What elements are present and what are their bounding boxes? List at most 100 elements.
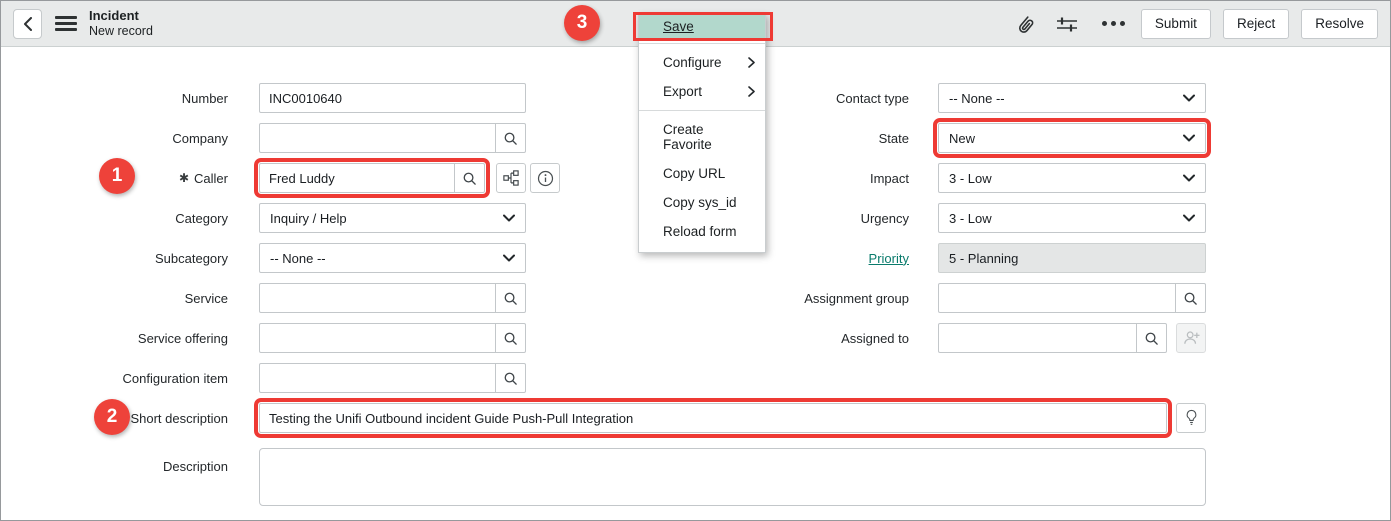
- chevron-down-icon: [1183, 94, 1195, 102]
- suggestion-button[interactable]: [1176, 403, 1206, 433]
- reject-button[interactable]: Reject: [1223, 9, 1289, 39]
- form-context-menu: Save Configure Export Create Favorite Co…: [638, 13, 766, 253]
- magnifier-icon: [462, 171, 477, 186]
- chevron-down-icon: [503, 214, 515, 222]
- header-actions: Submit Reject Resolve: [1008, 9, 1378, 39]
- required-marker-icon: ✱: [179, 171, 189, 185]
- submit-button[interactable]: Submit: [1141, 9, 1211, 39]
- menu-item-save[interactable]: Save: [639, 14, 765, 39]
- field-row-assigned-to: Assigned to: [641, 323, 1206, 353]
- assign-to-me-button[interactable]: [1176, 323, 1206, 353]
- field-row-assignment-group: Assignment group: [641, 283, 1206, 313]
- chevron-down-icon: [1183, 214, 1195, 222]
- chevron-down-icon: [1183, 134, 1195, 142]
- service-offering-lookup-button[interactable]: [495, 324, 525, 352]
- annotation-step-2: 2: [94, 399, 130, 435]
- magnifier-icon: [1183, 291, 1198, 306]
- dot-icon: [1120, 21, 1125, 26]
- subcategory-select[interactable]: -- None --: [259, 243, 526, 273]
- hierarchy-icon: [503, 170, 519, 186]
- page-subtitle: New record: [89, 24, 153, 39]
- annotation-step-3: 3: [564, 5, 600, 41]
- company-input[interactable]: [260, 124, 495, 152]
- menu-divider: [639, 43, 765, 44]
- annotation-step-1: 1: [99, 158, 135, 194]
- state-select-highlighted[interactable]: New: [938, 123, 1206, 153]
- menu-divider: [639, 110, 765, 111]
- urgency-select[interactable]: 3 - Low: [938, 203, 1206, 233]
- impact-select[interactable]: 3 - Low: [938, 163, 1206, 193]
- menu-item-copy-url[interactable]: Copy URL: [639, 159, 765, 188]
- chevron-down-icon: [503, 254, 515, 262]
- number-label: Number: [1, 91, 228, 106]
- paperclip-icon: [1012, 13, 1032, 35]
- description-textarea[interactable]: [259, 448, 1206, 506]
- dot-icon: [1102, 21, 1107, 26]
- caller-lookup-button[interactable]: [454, 164, 484, 192]
- category-select[interactable]: Inquiry / Help: [259, 203, 526, 233]
- priority-link[interactable]: Priority: [869, 251, 909, 266]
- back-button[interactable]: [13, 9, 42, 39]
- incident-form-screen: Incident New record: [0, 0, 1391, 521]
- field-row-short-description: Short description: [1, 403, 1206, 433]
- service-lookup-button[interactable]: [495, 284, 525, 312]
- chevron-left-icon: [23, 17, 33, 31]
- service-label: Service: [1, 291, 228, 306]
- magnifier-icon: [503, 291, 518, 306]
- contact-type-select[interactable]: -- None --: [938, 83, 1206, 113]
- configuration-item-input[interactable]: [260, 364, 495, 392]
- field-row-configuration-item: Configuration item: [1, 363, 526, 393]
- menu-item-export[interactable]: Export: [639, 77, 765, 106]
- info-circle-icon: [537, 170, 554, 187]
- menu-item-reload-form[interactable]: Reload form: [639, 217, 765, 246]
- context-menu-hamburger-icon[interactable]: [55, 16, 77, 31]
- caller-related-records-button[interactable]: [496, 163, 526, 193]
- configuration-item-label: Configuration item: [1, 371, 228, 386]
- field-row-subcategory: Subcategory -- None --: [1, 243, 526, 273]
- menu-item-create-favorite[interactable]: Create Favorite: [639, 115, 765, 159]
- assigned-to-input[interactable]: [939, 324, 1136, 352]
- service-offering-label: Service offering: [1, 331, 228, 346]
- person-add-icon: [1183, 330, 1200, 346]
- more-options-button[interactable]: [1098, 17, 1129, 30]
- magnifier-icon: [503, 331, 518, 346]
- field-row-service-offering: Service offering: [1, 323, 526, 353]
- field-row-category: Category Inquiry / Help: [1, 203, 526, 233]
- number-input[interactable]: [260, 84, 525, 112]
- menu-item-copy-sys-id[interactable]: Copy sys_id: [639, 188, 765, 217]
- short-description-input[interactable]: [260, 404, 1166, 432]
- sliders-icon: [1056, 15, 1078, 33]
- field-row-description: Description: [1, 451, 228, 481]
- resolve-button[interactable]: Resolve: [1301, 9, 1378, 39]
- attachment-button[interactable]: [1008, 9, 1036, 39]
- service-input[interactable]: [260, 284, 495, 312]
- field-row-number: Number: [1, 83, 526, 113]
- field-row-company: Company: [1, 123, 526, 153]
- dot-icon: [1111, 21, 1116, 26]
- assignment-group-input[interactable]: [939, 284, 1175, 312]
- magnifier-icon: [503, 131, 518, 146]
- configuration-item-lookup-button[interactable]: [495, 364, 525, 392]
- menu-item-configure[interactable]: Configure: [639, 48, 765, 77]
- subcategory-label: Subcategory: [1, 251, 228, 266]
- company-lookup-button[interactable]: [495, 124, 525, 152]
- company-label: Company: [1, 131, 228, 146]
- category-label: Category: [1, 211, 228, 226]
- priority-readonly-field: 5 - Planning: [938, 243, 1206, 273]
- field-row-caller: ✱ Caller: [1, 163, 526, 193]
- magnifier-icon: [503, 371, 518, 386]
- assignment-group-label: Assignment group: [641, 291, 909, 306]
- caller-field-highlighted: [259, 163, 485, 193]
- assigned-to-label: Assigned to: [641, 331, 909, 346]
- personalize-form-button[interactable]: [1052, 11, 1082, 37]
- caller-input[interactable]: [260, 164, 454, 192]
- magnifier-icon: [1144, 331, 1159, 346]
- assigned-to-lookup-button[interactable]: [1136, 324, 1166, 352]
- description-label: Description: [1, 459, 228, 474]
- page-title: Incident: [89, 8, 153, 24]
- service-offering-input[interactable]: [260, 324, 495, 352]
- assignment-group-lookup-button[interactable]: [1175, 284, 1205, 312]
- form-title-block: Incident New record: [89, 8, 153, 39]
- caller-preview-button[interactable]: [530, 163, 560, 193]
- chevron-right-icon: [748, 86, 755, 97]
